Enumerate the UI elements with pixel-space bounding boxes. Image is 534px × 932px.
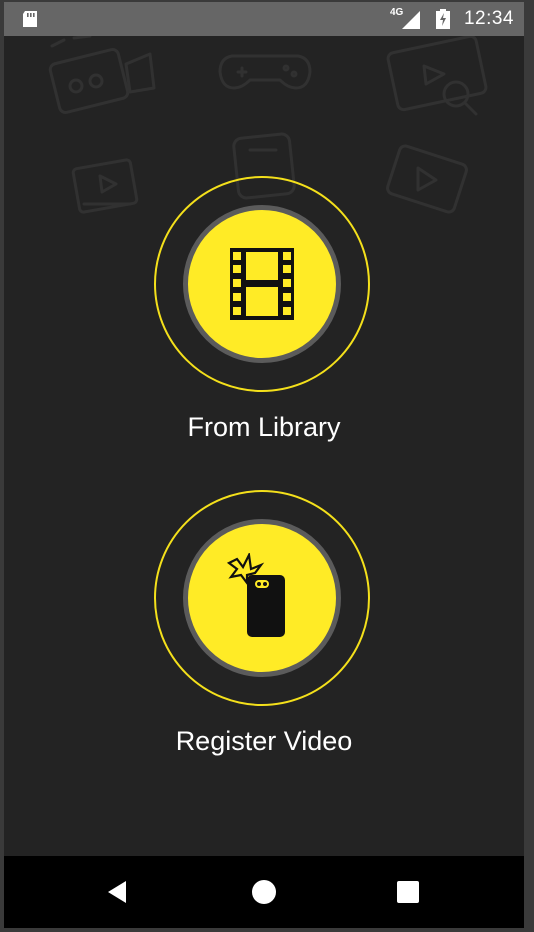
status-bar: 4G 12:34 xyxy=(4,2,524,36)
signal-icon: 4G xyxy=(390,7,422,31)
video-camera-doodle-icon xyxy=(48,36,156,114)
sd-card-icon xyxy=(23,11,37,27)
register-video-button[interactable]: Register Video xyxy=(4,490,524,790)
film-strip-icon xyxy=(230,248,294,320)
status-time: 12:34 xyxy=(463,8,514,29)
phone-screen: 4G 12:34 From Library Register Video xyxy=(4,2,524,928)
from-library-label: From Library xyxy=(187,412,341,442)
from-library-button[interactable]: From Library xyxy=(4,176,524,476)
main-content: From Library Register Video xyxy=(4,36,524,856)
navigation-bar xyxy=(4,856,524,928)
game-controller-doodle-icon xyxy=(218,54,312,90)
register-video-disc xyxy=(183,519,341,677)
battery-charging-icon xyxy=(436,9,450,29)
video-search-doodle-icon xyxy=(386,36,488,116)
recents-icon[interactable] xyxy=(392,876,424,908)
home-icon[interactable] xyxy=(248,876,280,908)
back-icon[interactable] xyxy=(102,876,134,908)
phone-camera-icon xyxy=(227,553,285,637)
from-library-disc xyxy=(183,205,341,363)
register-video-label: Register Video xyxy=(175,726,353,756)
